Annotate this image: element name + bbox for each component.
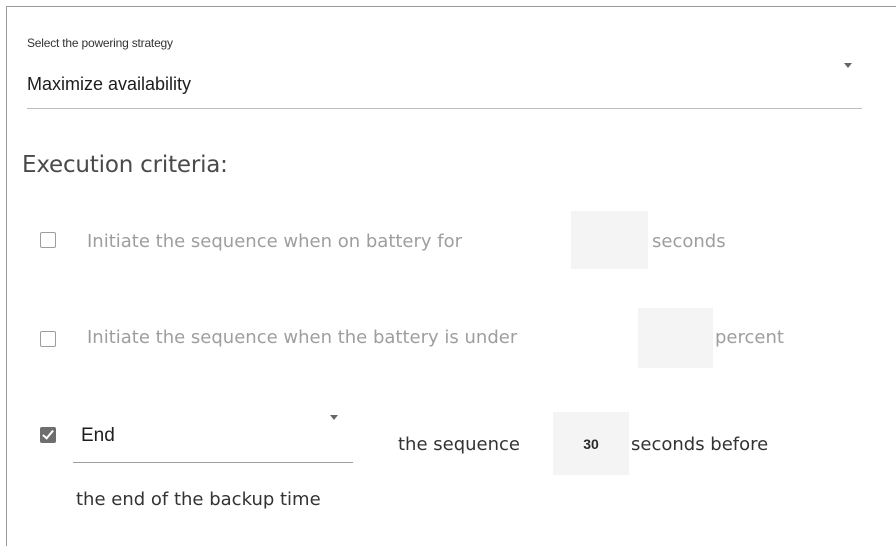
battery-level-unit: percent	[715, 327, 784, 348]
battery-duration-text: Initiate the sequence when on battery fo…	[87, 231, 463, 252]
execution-criteria-title: Execution criteria:	[22, 152, 228, 178]
powering-strategy-select[interactable]: Select the powering strategy Maximize av…	[27, 30, 862, 109]
battery-duration-unit: seconds	[652, 231, 726, 252]
end-mode-select[interactable]: End	[73, 407, 353, 463]
end-sequence-unit: seconds before	[631, 434, 769, 455]
battery-duration-seconds-input[interactable]	[571, 211, 648, 269]
powering-strategy-label: Select the powering strategy	[27, 36, 173, 50]
chevron-down-icon[interactable]	[330, 415, 338, 420]
end-sequence-seconds-input[interactable]	[553, 412, 629, 475]
battery-level-text: Initiate the sequence when the battery i…	[87, 327, 518, 348]
powering-strategy-value: Maximize availability	[27, 74, 192, 94]
end-sequence-text: the sequence	[398, 434, 521, 455]
battery-duration-checkbox[interactable]	[40, 232, 56, 248]
battery-level-percent-input[interactable]	[638, 308, 713, 368]
chevron-down-icon[interactable]	[844, 63, 852, 68]
battery-level-checkbox[interactable]	[40, 331, 56, 347]
checkmark-icon	[42, 427, 54, 440]
end-mode-value: End	[81, 425, 115, 446]
end-sequence-continued-text: the end of the backup time	[76, 489, 321, 510]
end-sequence-checkbox[interactable]	[40, 427, 56, 443]
